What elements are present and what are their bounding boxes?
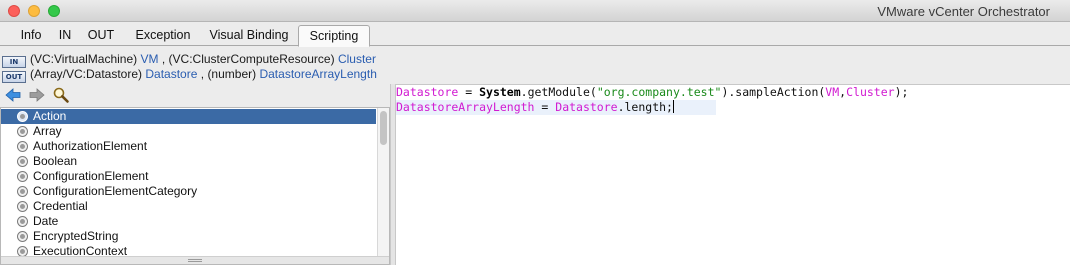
script-editor[interactable]: Datastore = System.getModule("org.compan…: [396, 84, 1070, 265]
code-line-1[interactable]: Datastore = System.getModule("org.compan…: [396, 85, 908, 100]
tree-item-array[interactable]: Array: [1, 124, 376, 139]
window-title: VMware vCenter Orchestrator: [877, 4, 1050, 19]
zoom-window-button[interactable]: [48, 5, 60, 17]
tree-item-label: Credential: [33, 199, 88, 213]
class-icon: [17, 186, 28, 197]
output-param-datastore-array-length[interactable]: DatastoreArrayLength: [259, 67, 376, 81]
code-token-variable: Datastore: [555, 100, 618, 114]
tree-item-label: Date: [33, 214, 59, 228]
tree-item-label: ConfigurationElement: [33, 169, 149, 183]
scrollbar-thumb[interactable]: [380, 111, 387, 145]
tree-item-date[interactable]: Date: [1, 214, 376, 229]
code-line-2-current[interactable]: DatastoreArrayLength = Datastore.length;: [396, 100, 716, 115]
tree-toolbar: [0, 84, 392, 106]
text-caret: [672, 100, 674, 113]
input-param-type: (VC:ClusterComputeResource): [168, 52, 335, 66]
code-token-string: "org.company.test": [596, 85, 722, 99]
tree-item-label: AuthorizationElement: [33, 139, 148, 153]
code-token-call: .getModule(: [520, 85, 597, 99]
code-token-variable: DatastoreArrayLength: [396, 100, 535, 114]
output-param-type: (number): [207, 67, 257, 81]
tree-item-encryptedstring[interactable]: EncryptedString: [1, 229, 376, 244]
tree-vertical-scrollbar[interactable]: [377, 108, 389, 264]
separator: ,: [161, 52, 166, 66]
orchestrator-window: VMware vCenter Orchestrator Info IN OUT …: [0, 0, 1070, 265]
resize-grip-icon[interactable]: [188, 259, 202, 262]
class-icon: [17, 231, 28, 242]
code-token-punct: );: [894, 85, 909, 99]
code-token-call: .length;: [617, 100, 673, 114]
tab-info[interactable]: Info: [12, 25, 50, 46]
input-binding-row: IN (VC:VirtualMachine) VM , (VC:ClusterCo…: [2, 52, 376, 68]
tree-item-label: EncryptedString: [33, 229, 119, 243]
output-params-icon: OUT: [2, 71, 26, 83]
tree-item-label: Boolean: [33, 154, 78, 168]
code-token-variable: VM: [825, 85, 840, 99]
tree-item-boolean[interactable]: Boolean: [1, 154, 376, 169]
close-window-button[interactable]: [8, 5, 20, 17]
tab-visual-binding[interactable]: Visual Binding: [203, 25, 295, 46]
separator: ,: [200, 67, 205, 81]
tree-item-label: Array: [33, 124, 62, 138]
code-token-keyword: System: [479, 85, 521, 99]
code-token-operator: =: [458, 85, 480, 99]
forward-arrow-icon[interactable]: [28, 86, 46, 104]
search-icon[interactable]: [52, 86, 70, 104]
code-token-variable: Cluster: [846, 85, 895, 99]
tab-exception[interactable]: Exception: [126, 25, 200, 46]
tree-item-credential[interactable]: Credential: [1, 199, 376, 214]
input-param-type: (VC:VirtualMachine): [30, 52, 138, 66]
tree-resize-bar[interactable]: [1, 256, 389, 264]
output-param-datastore[interactable]: Datastore: [145, 67, 197, 81]
tree-item-configurationelementcategory[interactable]: ConfigurationElementCategory: [1, 184, 376, 199]
code-token-operator: =: [534, 100, 556, 114]
tab-in[interactable]: IN: [52, 25, 78, 46]
code-token-variable: Datastore: [396, 85, 459, 99]
class-icon: [17, 171, 28, 182]
tree-item-configurationelement[interactable]: ConfigurationElement: [1, 169, 376, 184]
class-icon: [17, 111, 28, 122]
scripting-class-tree[interactable]: Action Array AuthorizationElement Boolea…: [0, 107, 390, 265]
code-token-call: ).sampleAction(: [721, 85, 826, 99]
tree-item-authorizationelement[interactable]: AuthorizationElement: [1, 139, 376, 154]
tree-item-label: Action: [33, 109, 67, 123]
input-param-cluster[interactable]: Cluster: [338, 52, 376, 66]
output-binding-row: OUT (Array/VC:Datastore) Datastore , (num…: [2, 67, 377, 83]
input-param-vm[interactable]: VM: [141, 52, 159, 66]
minimize-window-button[interactable]: [28, 5, 40, 17]
title-bar: VMware vCenter Orchestrator: [0, 0, 1070, 22]
class-icon: [17, 126, 28, 137]
class-icon: [17, 141, 28, 152]
tree-item-action[interactable]: Action: [1, 109, 376, 124]
output-param-type: (Array/VC:Datastore): [30, 67, 143, 81]
tab-scripting[interactable]: Scripting: [298, 25, 370, 47]
tree-item-label: ConfigurationElementCategory: [33, 184, 198, 198]
tab-out[interactable]: OUT: [82, 25, 120, 46]
class-icon: [17, 201, 28, 212]
tab-bar: Info IN OUT Exception Visual Binding Scr…: [0, 22, 1070, 47]
back-arrow-icon[interactable]: [4, 86, 22, 104]
class-icon: [17, 216, 28, 227]
class-icon: [17, 156, 28, 167]
